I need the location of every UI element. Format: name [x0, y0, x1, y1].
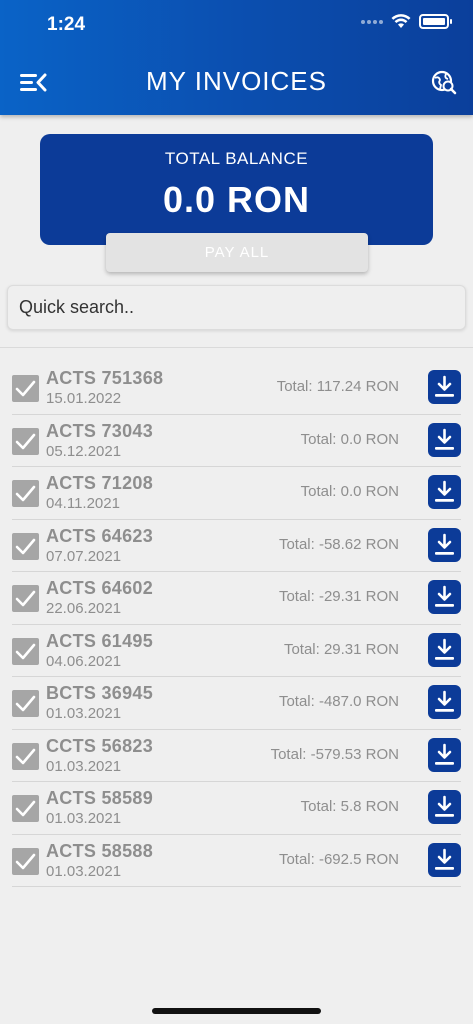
invoice-total: Total: 29.31 RON	[283, 640, 399, 658]
download-button[interactable]	[428, 422, 461, 457]
download-icon	[435, 375, 454, 397]
download-button[interactable]	[428, 842, 461, 877]
invoice-row[interactable]: ACTS 61495 04.06.2021 Total: 29.31 RON	[12, 625, 461, 677]
invoice-id: ACTS 64623	[46, 525, 154, 546]
invoice-row[interactable]: ACTS 73043 05.12.2021 Total: 0.0 RON	[12, 415, 461, 467]
invoice-date: 22.06.2021	[46, 600, 122, 617]
invoice-total: Total: -579.53 RON	[270, 745, 399, 763]
balance-label: TOTAL BALANCE	[164, 149, 309, 168]
invoice-row[interactable]: ACTS 751368 15.01.2022 Total: 117.24 RON	[12, 362, 461, 415]
check-icon	[15, 433, 36, 449]
check-icon	[15, 485, 36, 502]
invoice-checkbox[interactable]	[12, 690, 39, 717]
invoice-row[interactable]: ACTS 71208 04.11.2021 Total: 0.0 RON	[12, 467, 461, 520]
invoice-checkbox[interactable]	[12, 532, 39, 560]
check-icon	[15, 800, 36, 817]
invoice-date: 01.03.2021	[46, 810, 122, 827]
invoice-id: BCTS 36945	[46, 683, 154, 703]
download-button[interactable]	[428, 527, 461, 562]
check-icon	[15, 590, 36, 607]
download-icon	[435, 848, 454, 870]
check-icon	[15, 748, 36, 764]
invoice-row[interactable]: ACTS 64623 07.07.2021 Total: -58.62 RON	[12, 520, 461, 572]
app-header: 1:24 MY INVOICES	[0, 0, 473, 115]
invoice-row[interactable]: ACTS 58588 01.03.2021 Total: -692.5 RON	[12, 835, 461, 887]
check-icon	[15, 695, 36, 712]
invoice-checkbox[interactable]	[12, 480, 39, 507]
home-indicator	[152, 1008, 321, 1014]
divider	[0, 347, 473, 348]
invoice-checkbox[interactable]	[12, 742, 39, 770]
download-button[interactable]	[428, 580, 461, 614]
download-button[interactable]	[428, 475, 461, 509]
invoice-date: 04.06.2021	[46, 652, 122, 670]
invoice-date: 05.12.2021	[46, 442, 122, 460]
balance-card: TOTAL BALANCE 0.0 RON	[40, 134, 433, 245]
invoice-total: Total: -58.62 RON	[278, 535, 399, 553]
battery-icon	[419, 14, 452, 29]
invoice-total: Total: -692.5 RON	[278, 850, 399, 868]
download-icon	[435, 638, 454, 660]
status-icons	[361, 14, 452, 29]
download-button[interactable]	[428, 737, 461, 772]
invoice-checkbox[interactable]	[12, 795, 39, 822]
invoice-id: ACTS 71208	[46, 473, 154, 493]
invoice-date: 07.07.2021	[46, 547, 122, 565]
download-icon	[435, 690, 454, 712]
wifi-icon	[391, 14, 411, 28]
invoice-date: 01.03.2021	[46, 757, 122, 775]
invoice-total: Total: -29.31 RON	[278, 588, 399, 605]
invoice-row[interactable]: CCTS 56823 01.03.2021 Total: -579.53 RON	[12, 730, 461, 782]
balance-value: 0.0 RON	[162, 179, 311, 220]
invoice-date: 01.03.2021	[46, 705, 122, 722]
invoice-checkbox[interactable]	[12, 585, 39, 612]
invoice-checkbox[interactable]	[12, 427, 39, 455]
download-icon	[435, 585, 454, 607]
invoice-id: ACTS 61495	[46, 630, 154, 651]
invoice-id: CCTS 56823	[46, 735, 154, 756]
invoice-id: ACTS 58588	[46, 840, 154, 861]
download-icon	[435, 533, 454, 555]
invoice-checkbox[interactable]	[12, 637, 39, 665]
download-icon	[435, 428, 454, 450]
invoice-list: ACTS 751368 15.01.2022 Total: 117.24 RON AC…	[0, 362, 473, 887]
invoice-checkbox[interactable]	[12, 847, 39, 875]
invoice-date: 04.11.2021	[46, 495, 120, 512]
download-icon	[435, 795, 454, 817]
globe-search-icon[interactable]	[431, 70, 457, 96]
download-icon	[435, 480, 454, 502]
check-icon	[15, 853, 36, 869]
invoice-row[interactable]: ACTS 58589 01.03.2021 Total: 5.8 RON	[12, 782, 461, 835]
page-title: MY INVOICES	[145, 66, 327, 96]
download-button[interactable]	[428, 370, 461, 404]
status-time: 1:24	[47, 14, 86, 35]
invoice-id: ACTS 64602	[46, 578, 154, 598]
invoice-id: ACTS 73043	[46, 420, 154, 441]
invoice-checkbox[interactable]	[12, 375, 39, 402]
invoice-row[interactable]: BCTS 36945 01.03.2021 Total: -487.0 RON	[12, 677, 461, 730]
check-icon	[15, 643, 36, 659]
check-icon	[15, 380, 36, 397]
signal-icon	[361, 19, 383, 24]
invoice-total: Total: 0.0 RON	[300, 483, 399, 500]
invoice-total: Total: -487.0 RON	[278, 693, 399, 710]
invoice-total: Total: 5.8 RON	[300, 798, 399, 815]
invoice-total: Total: 117.24 RON	[276, 378, 399, 395]
invoice-total: Total: 0.0 RON	[300, 430, 399, 448]
invoice-id: ACTS 58589	[46, 788, 154, 808]
invoice-date: 15.01.2022	[46, 390, 122, 407]
download-button[interactable]	[428, 632, 461, 667]
invoice-id: ACTS 751368	[46, 368, 164, 388]
download-button[interactable]	[428, 790, 461, 824]
download-button[interactable]	[428, 685, 461, 719]
invoice-date: 01.03.2021	[46, 862, 122, 880]
check-icon	[15, 538, 36, 554]
search-input[interactable]	[7, 285, 466, 330]
download-icon	[435, 743, 454, 765]
invoice-row[interactable]: ACTS 64602 22.06.2021 Total: -29.31 RON	[12, 572, 461, 625]
pay-all-button[interactable]: PAY ALL	[106, 233, 368, 272]
